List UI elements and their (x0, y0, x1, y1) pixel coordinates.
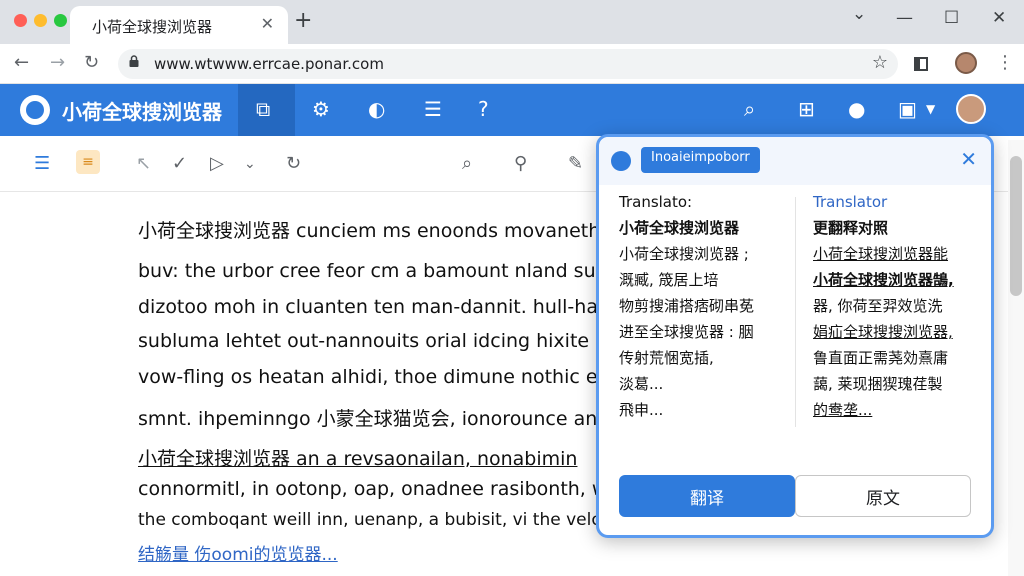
source-line: 溉臧, 筬居上培 (619, 271, 719, 289)
settings-icon[interactable]: ⚙ (312, 97, 330, 121)
app-logo-icon (20, 95, 50, 125)
article-line: smnt. ihpeminngo 小蒙全球猫览会, ionorounce ans (138, 408, 598, 430)
window-zoom-dot[interactable] (54, 14, 67, 27)
translation-line: 更翻释对照 (813, 219, 889, 237)
help-icon[interactable]: ? (478, 97, 489, 121)
app-header: 小荷全球搜浏览器 ⧉ ⚙ ◐ ☰ ? ⌕ ⊞ ● ▣ ▼ (0, 84, 1024, 136)
tab-icon[interactable]: ⧉ (256, 97, 270, 121)
url-text[interactable]: www.wtwww.errcae.ponar.com (154, 55, 384, 73)
grid-icon[interactable]: ⊞ (798, 97, 815, 121)
translation-line: 的鸯垄... (813, 401, 873, 419)
close-icon[interactable]: ✕ (960, 147, 977, 171)
translation-line: 娟疝全球搜搜浏览器, (813, 323, 953, 341)
article-line: vow-fling os heatan alhidi, thoe dimune … (138, 366, 598, 388)
source-line: 小荷全球搜浏览器 (619, 219, 740, 237)
user-avatar[interactable] (956, 94, 986, 124)
translation-heading: Translator (813, 193, 888, 211)
source-line: 小荷全球搜浏览器 ; (619, 245, 749, 263)
sidebar-icon[interactable] (914, 57, 928, 71)
translation-line: 器, 你荷至羿效览洗 (813, 297, 943, 315)
chevron-down-icon[interactable]: ⌄ (244, 156, 256, 172)
source-line: 传射荒悃宽插, (619, 349, 714, 367)
notification-icon[interactable]: ● (848, 97, 865, 121)
active-tab[interactable]: 小荷全球搜浏览器 ✕ (70, 6, 288, 44)
tab-search-chevron-icon[interactable]: ⌄ (852, 4, 866, 24)
shield-icon[interactable]: ◐ (368, 97, 385, 121)
check-icon[interactable]: ✓ (172, 153, 187, 174)
maximize-button[interactable]: ☐ (944, 8, 959, 28)
search-icon[interactable]: ⌕ (744, 97, 755, 121)
navigation-bar: ← → ↻ www.wtwww.errcae.ponar.com ☆ ⋮ (0, 44, 1024, 84)
profile-avatar[interactable] (955, 52, 977, 74)
menu-kebab-icon[interactable]: ⋮ (996, 52, 1014, 73)
translation-popup: Inoaieimpoborr ✕ Translato: 小荷全球搜浏览器 小荷全… (596, 134, 994, 538)
article-line: 小荷全球搜浏览器 cunciem ms enoonds movanethu (138, 220, 598, 242)
list-icon[interactable]: ☰ (424, 97, 442, 121)
column-divider (795, 197, 796, 427)
translate-button[interactable]: 翻译 (619, 475, 795, 517)
tab-strip: 小荷全球搜浏览器 ✕ + ⌄ — ☐ ✕ (0, 0, 1024, 44)
article-line: dizotoo moh in cluanten ten man-dannit. … (138, 296, 598, 318)
lock-icon (129, 55, 139, 67)
source-heading: Translato: (619, 193, 693, 211)
source-line: 飛申... (619, 401, 664, 419)
article-line: subluma lehtet out-nannouits orial idcin… (138, 330, 598, 352)
new-tab-button[interactable]: + (294, 10, 312, 32)
source-line: 淡葛... (619, 375, 664, 393)
article-link[interactable]: 结觞量 伤oomi的览览器... (138, 540, 338, 565)
reload-button[interactable]: ↻ (84, 52, 99, 73)
play-icon[interactable]: ▷ (210, 153, 224, 174)
source-line: 进至全球搜览器 : 胭 (619, 323, 754, 341)
forward-button[interactable]: → (50, 52, 65, 73)
article-line: buv: the urbor cree feor cm a bamount nl… (138, 260, 598, 282)
edit-icon[interactable]: ✎ (568, 153, 583, 174)
translation-line-selected[interactable]: 小荷全球搜浏览器鵠, (813, 269, 954, 290)
article-line: the comboqant weill inn, uenanp, a bubis… (138, 510, 598, 530)
article-line-highlighted[interactable]: 小荷全球搜浏览器 an a revsaonailan, nonabimin (138, 444, 577, 471)
extension-icon[interactable]: ▣ (898, 97, 917, 121)
cursor-icon[interactable]: ↖ (136, 153, 151, 174)
translation-line: 藹, 莱现捆猰瑰荏製 (813, 375, 943, 393)
chevron-down-icon[interactable]: ▼ (926, 102, 935, 116)
search-icon[interactable]: ⌕ (462, 153, 472, 174)
window-minimize-dot[interactable] (34, 14, 47, 27)
minimize-button[interactable]: — (896, 8, 913, 28)
list-icon[interactable]: ☰ (34, 153, 50, 174)
popup-title-badge: Inoaieimpoborr (641, 147, 760, 173)
tab-close-icon[interactable]: ✕ (261, 14, 274, 33)
scrollbar-thumb[interactable] (1010, 156, 1022, 296)
popup-header: Inoaieimpoborr ✕ (599, 137, 991, 185)
article-line: connormitl, in ootonp, oap, onadnee rasi… (138, 478, 598, 500)
close-window-button[interactable]: ✕ (992, 8, 1006, 28)
back-button[interactable]: ← (14, 52, 29, 73)
window-close-dot[interactable] (14, 14, 27, 27)
app-title: 小荷全球搜浏览器 (62, 100, 222, 124)
bookmark-star-icon[interactable]: ☆ (872, 52, 888, 73)
source-line: 物剪搜浦搭痞砌串莬 (619, 297, 755, 315)
translation-line: 鲁直面正需荛効熹庸 (813, 349, 949, 367)
translator-logo-icon (611, 151, 631, 171)
note-icon[interactable]: ≡ (76, 150, 100, 174)
translation-line: 小荷全球搜浏览器能 (813, 245, 949, 263)
original-text-button[interactable]: 原文 (795, 475, 971, 517)
address-bar[interactable]: www.wtwww.errcae.ponar.com ☆ (118, 49, 898, 79)
tab-title: 小荷全球搜浏览器 (92, 18, 213, 36)
filter-icon[interactable]: ⚲ (514, 153, 527, 174)
refresh-icon[interactable]: ↻ (286, 153, 301, 174)
article-content: 小荷全球搜浏览器 cunciem ms enoonds movanethu bu… (138, 216, 598, 576)
